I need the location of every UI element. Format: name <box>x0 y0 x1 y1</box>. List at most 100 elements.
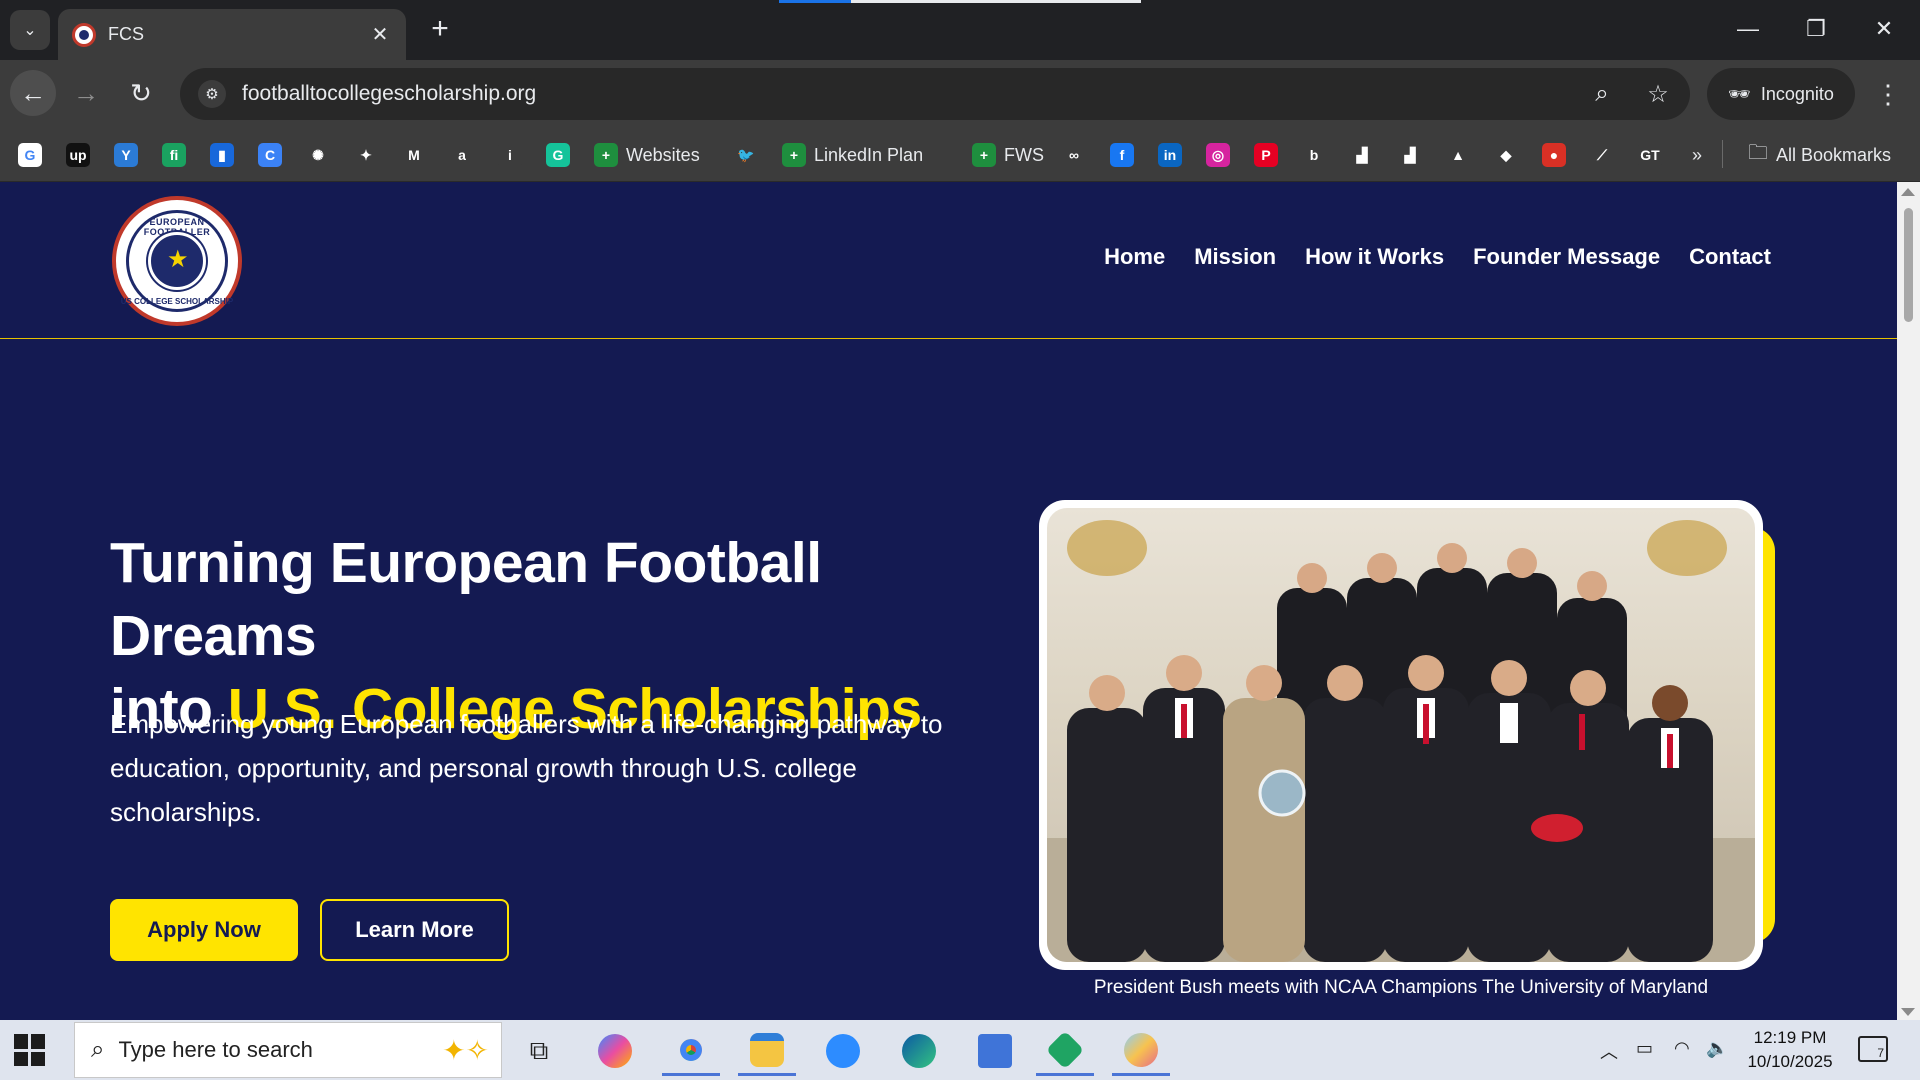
taskbar-file-explorer[interactable] <box>738 1026 796 1076</box>
google-icon: G <box>18 143 42 167</box>
scroll-down-arrow-icon[interactable] <box>1901 1008 1915 1016</box>
bookmark-item[interactable]: ▮ <box>210 141 234 169</box>
back-button[interactable]: ← <box>10 70 56 116</box>
tab-search-button[interactable]: ⌄ <box>10 10 50 50</box>
apply-now-button[interactable]: Apply Now <box>110 899 298 961</box>
team-photo <box>1047 508 1755 962</box>
minimize-window-button[interactable]: — <box>1714 0 1782 58</box>
bookmark-item[interactable]: ∞ <box>1062 141 1086 169</box>
close-window-button[interactable]: ✕ <box>1850 0 1918 58</box>
bookmark-item[interactable]: + Websites <box>594 141 700 169</box>
windows-logo-pane <box>14 1051 28 1066</box>
bookmark-item[interactable]: i <box>498 141 522 169</box>
taskbar-green-app[interactable] <box>1036 1026 1094 1076</box>
canva-icon: C <box>258 143 282 167</box>
bookmark-item[interactable]: C <box>258 141 282 169</box>
task-view-button[interactable]: ⧉ <box>510 1026 568 1076</box>
fn-icon: fi <box>162 143 186 167</box>
tray-chevron-up-icon[interactable]: ︿ <box>1600 1038 1618 1064</box>
bookmark-item[interactable]: P <box>1254 141 1278 169</box>
battery-icon[interactable]: ▭ <box>1636 1038 1653 1059</box>
browser-menu-button[interactable]: ⋮ <box>1868 74 1908 114</box>
edge-icon <box>902 1034 936 1068</box>
bookmark-item[interactable]: b <box>1302 141 1326 169</box>
sheets-icon: + <box>594 143 618 167</box>
bookmark-item[interactable]: M <box>402 141 426 169</box>
bookmark-item[interactable]: f <box>1110 141 1134 169</box>
incognito-indicator[interactable]: 🕶 Incognito <box>1707 68 1855 120</box>
bookmark-item[interactable]: G <box>18 141 42 169</box>
bookmark-item[interactable]: ▟ <box>1398 141 1422 169</box>
amazon-icon: a <box>450 143 474 167</box>
bookmark-item[interactable]: a <box>450 141 474 169</box>
all-bookmarks-button[interactable]: 🗀 All Bookmarks <box>1748 141 1891 169</box>
incognito-label: Incognito <box>1760 83 1834 104</box>
restore-window-button[interactable]: ❐ <box>1782 0 1850 58</box>
instagram-icon: ◎ <box>1206 143 1230 167</box>
site-header: EUROPEAN FOOTBALLER US COLLEGE SCHOLARSH… <box>0 182 1897 339</box>
site-info-icon[interactable]: ⚙ <box>198 80 226 108</box>
taskbar-zoom[interactable] <box>814 1026 872 1076</box>
windows-start-button[interactable] <box>14 1034 46 1066</box>
scrollbar-thumb[interactable] <box>1904 208 1913 322</box>
forward-button[interactable]: → <box>63 70 109 116</box>
page-scrollbar[interactable] <box>1897 182 1920 1020</box>
info-icon: i <box>498 143 522 167</box>
linkedin-icon: in <box>1158 143 1182 167</box>
new-tab-button[interactable]: + <box>422 12 458 48</box>
zoom-icon[interactable]: ⌕ <box>1588 80 1616 108</box>
learn-more-button[interactable]: Learn More <box>320 899 509 961</box>
bookmarks-overflow-icon[interactable]: » <box>1692 141 1702 169</box>
photo-caption: President Bush meets with NCAA Champions… <box>1093 977 1709 998</box>
nav-contact[interactable]: Contact <box>1689 244 1771 270</box>
bookmark-item[interactable]: ▲ <box>1446 141 1470 169</box>
scroll-up-arrow-icon[interactable] <box>1901 188 1915 196</box>
site-logo[interactable]: EUROPEAN FOOTBALLER US COLLEGE SCHOLARSH… <box>112 196 242 326</box>
facebook-icon: f <box>1110 143 1134 167</box>
bookmark-item[interactable]: G <box>546 141 570 169</box>
bookmark-item[interactable]: Y <box>114 141 138 169</box>
url-text[interactable]: footballtocollegescholarship.org <box>242 82 1560 106</box>
reload-button[interactable]: ↻ <box>118 70 164 116</box>
zoom-app-icon <box>826 1034 860 1068</box>
bookmark-item[interactable]: 🐦 <box>734 141 758 169</box>
chatgpt-icon: ✺ <box>306 143 330 167</box>
bookmark-item[interactable]: ✺ <box>306 141 330 169</box>
nav-founder-message[interactable]: Founder Message <box>1473 244 1660 270</box>
volume-icon[interactable]: 🔈 <box>1706 1038 1728 1059</box>
bookmark-item[interactable]: GT <box>1638 141 1662 169</box>
bookmark-star-icon[interactable]: ☆ <box>1644 80 1672 109</box>
red-app-icon: ● <box>1542 143 1566 167</box>
all-bookmarks-label: All Bookmarks <box>1776 144 1892 165</box>
windows-logo-pane <box>31 1051 45 1066</box>
taskbar-copilot[interactable] <box>586 1026 644 1076</box>
bookmark-item[interactable]: up <box>66 141 90 169</box>
logo-text-bottom: US COLLEGE SCHOLARSHIP <box>120 297 234 306</box>
bookmark-item[interactable]: ◎ <box>1206 141 1230 169</box>
bookmark-item[interactable]: ▟ <box>1350 141 1374 169</box>
bookmark-item[interactable]: in <box>1158 141 1182 169</box>
bookmark-item[interactable]: ● <box>1542 141 1566 169</box>
address-bar[interactable]: ⚙ footballtocollegescholarship.org ⌕ ☆ <box>180 68 1690 120</box>
nav-mission[interactable]: Mission <box>1194 244 1276 270</box>
taskbar-clock[interactable]: 12:19 PM 10/10/2025 <box>1740 1026 1840 1074</box>
wifi-icon[interactable]: ◠ <box>1674 1038 1690 1059</box>
bookmark-item[interactable]: fi <box>162 141 186 169</box>
bookmark-item[interactable]: + FWS <box>972 141 1044 169</box>
bookmark-item[interactable]: ✦ <box>354 141 378 169</box>
notification-center-icon[interactable]: 7 <box>1858 1036 1888 1062</box>
taskbar-chrome[interactable] <box>662 1026 720 1076</box>
bookmark-item[interactable]: ◆ <box>1494 141 1518 169</box>
nav-home[interactable]: Home <box>1104 244 1165 270</box>
taskbar-paint[interactable] <box>1112 1026 1170 1076</box>
bing-icon: b <box>1302 143 1326 167</box>
bookmark-item[interactable]: + LinkedIn Plan <box>782 141 923 169</box>
browser-tab-active[interactable]: FCS ✕ <box>58 9 406 60</box>
taskbar-remote-desktop[interactable] <box>966 1026 1024 1076</box>
taskbar-search-box[interactable]: ⌕ Type here to search ✦✧ <box>74 1022 502 1078</box>
taskbar-edge[interactable] <box>890 1026 948 1076</box>
close-tab-icon[interactable]: ✕ <box>368 22 392 47</box>
ads-icon: ⟋ <box>1590 143 1614 167</box>
bookmark-item[interactable]: ⟋ <box>1590 141 1614 169</box>
nav-how-it-works[interactable]: How it Works <box>1305 244 1444 270</box>
